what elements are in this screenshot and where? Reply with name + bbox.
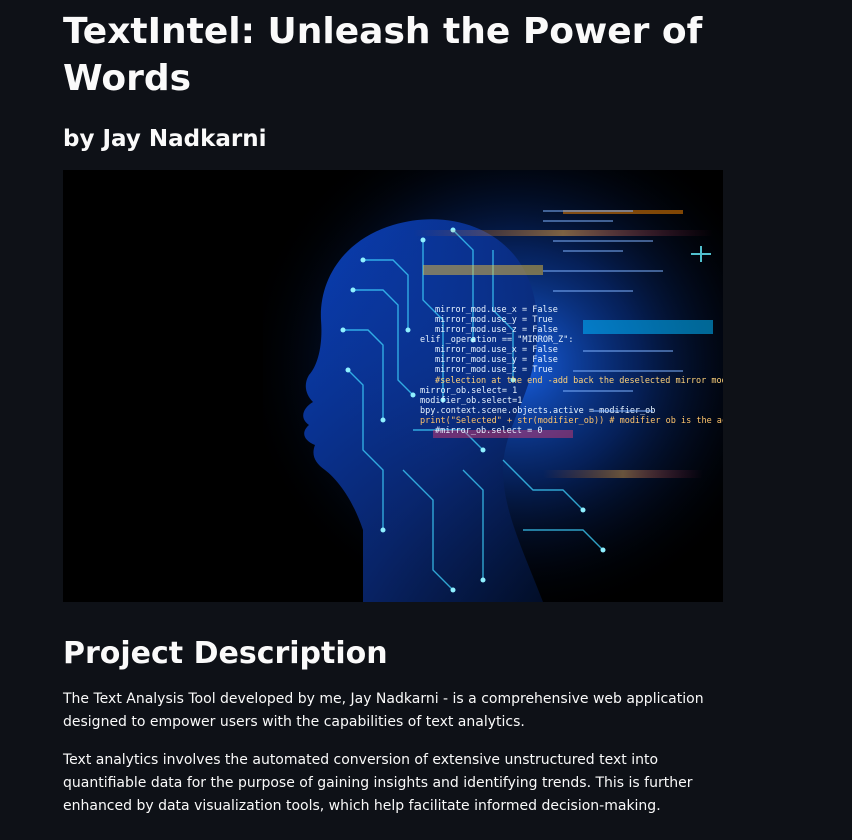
description-paragraph: The Text Analysis Tool developed by me, …: [63, 691, 704, 730]
hero-image: mirror_mod.use_x = False mirror_mod.use_…: [63, 170, 723, 602]
code-line: mirror_mod.use_z = False: [435, 325, 558, 335]
code-line: mirror_mod.use_z = True: [435, 365, 553, 375]
code-line: mirror_mod.use_y = False: [435, 355, 558, 365]
section-heading: Project Description: [63, 636, 388, 671]
main-content: TextIntel: Unleash the Power of Words by…: [63, 0, 723, 818]
author-byline: by Jay Nadkarni: [63, 126, 267, 152]
code-line: mirror_ob.select= 1: [420, 386, 517, 396]
code-line: #selection at the end -add back the dese…: [435, 376, 723, 386]
code-line: mirror_mod.use_y = True: [435, 315, 553, 325]
code-line: mirror_mod.use_x = False: [435, 305, 558, 315]
code-line: elif _operation == "MIRROR_Z":: [420, 335, 574, 345]
app-page: TextIntel: Unleash the Power of Words by…: [0, 0, 852, 840]
ai-head-illustration: mirror_mod.use_x = False mirror_mod.use_…: [63, 170, 723, 602]
code-line: mirror_mod.use_x = False: [435, 345, 558, 355]
code-line: print("Selected" + str(modifier_ob)) # m…: [420, 416, 723, 426]
description-paragraph: Text analytics involves the automated co…: [63, 752, 693, 814]
code-line: #mirror_ob.select = 0: [435, 426, 542, 436]
code-line: modifier_ob.select=1: [420, 396, 522, 406]
page-title: TextIntel: Unleash the Power of Words: [63, 11, 703, 99]
